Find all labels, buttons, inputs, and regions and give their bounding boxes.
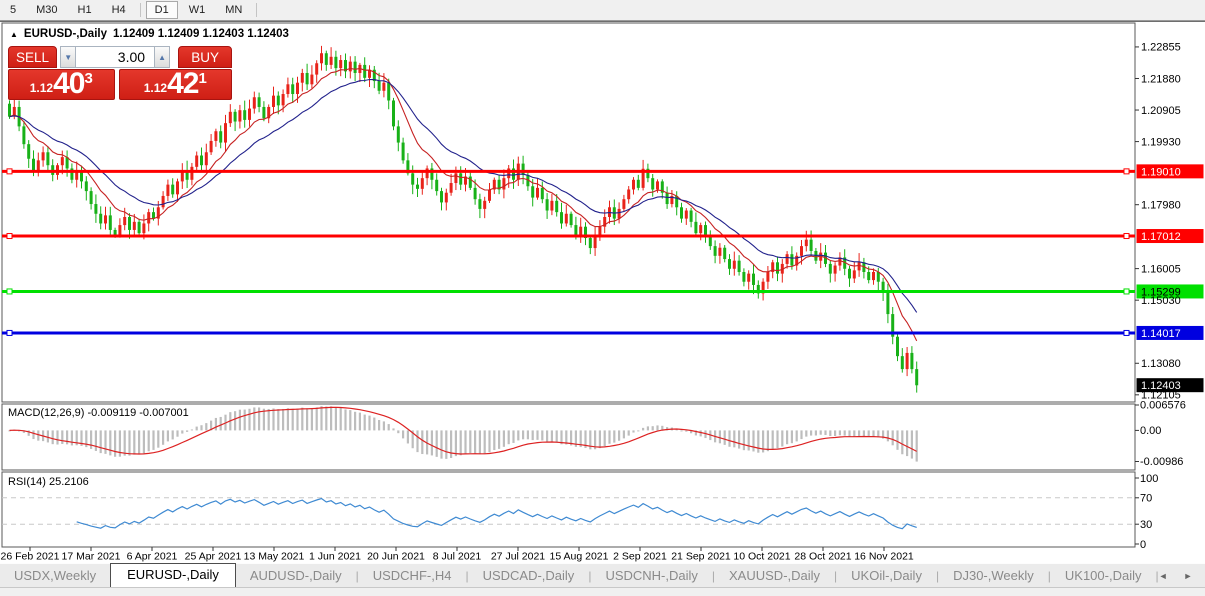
timeframe-button-W1[interactable]: W1 (180, 1, 215, 19)
svg-text:70: 70 (1140, 493, 1152, 505)
svg-text:1.20905: 1.20905 (1141, 105, 1181, 117)
svg-text:1.16005: 1.16005 (1141, 263, 1181, 275)
svg-text:6 Apr 2021: 6 Apr 2021 (127, 551, 178, 563)
symbol-tab-dj30-weekly[interactable]: DJ30-,Weekly (939, 565, 1048, 587)
svg-text:-0.00986: -0.00986 (1140, 456, 1183, 468)
symbol-tab-usdchf-h4[interactable]: USDCHF-,H4 (359, 565, 466, 587)
volume-increase-button[interactable]: ▲ (154, 46, 170, 68)
svg-text:100: 100 (1140, 473, 1158, 485)
symbol-tab-ukoil-daily[interactable]: UKOil-,Daily (837, 565, 936, 587)
symbol-tab-audusd-daily[interactable]: AUDUSD-,Daily (236, 565, 356, 587)
volume-decrease-button[interactable]: ▼ (60, 46, 76, 68)
svg-text:1.17980: 1.17980 (1141, 199, 1181, 211)
svg-text:0.00: 0.00 (1140, 425, 1161, 437)
line-handle[interactable] (1124, 330, 1129, 335)
symbol-tab-usdcnh-daily[interactable]: USDCNH-,Daily (591, 565, 711, 587)
svg-text:1.22855: 1.22855 (1141, 42, 1181, 54)
triangle-up-icon: ▲ (158, 53, 166, 62)
toolbar-separator (140, 3, 141, 17)
svg-text:13 May 2021: 13 May 2021 (244, 551, 305, 563)
triangle-down-icon: ▼ (64, 53, 72, 62)
timeframe-toolbar: 5M30H1H4 D1W1MN (0, 0, 1205, 21)
svg-text:15 Aug 2021: 15 Aug 2021 (550, 551, 609, 563)
svg-text:16 Nov 2021: 16 Nov 2021 (854, 551, 914, 563)
chart-window: 1.190101.170121.152991.140171.228551.218… (0, 21, 1205, 563)
svg-text:1 Jun 2021: 1 Jun 2021 (309, 551, 361, 563)
buy-price-button[interactable]: 1.12421 (119, 69, 232, 100)
chart-ohlc-quote: 1.12409 1.12409 1.12403 1.12403 (113, 28, 289, 40)
svg-text:27 Jul 2021: 27 Jul 2021 (491, 551, 545, 563)
line-handle[interactable] (1124, 169, 1129, 174)
buy-price-sup: 1 (198, 71, 206, 86)
svg-text:0: 0 (1140, 539, 1146, 551)
timeframe-button-MN[interactable]: MN (216, 1, 251, 19)
svg-text:1.19010: 1.19010 (1141, 166, 1181, 178)
svg-text:17 Mar 2021: 17 Mar 2021 (62, 551, 121, 563)
timeframe-button-M30[interactable]: M30 (27, 1, 66, 19)
symbol-tab-bar: USDX,WeeklyEURUSD-,DailyAUDUSD-,Daily|US… (0, 563, 1205, 587)
svg-text:1.21880: 1.21880 (1141, 73, 1181, 85)
date-axis: 26 Feb 202117 Mar 2021 6 Apr 2021 25 Apr 2… (1, 547, 914, 563)
svg-text:25 Apr 2021: 25 Apr 2021 (185, 551, 242, 563)
svg-text:1.19930: 1.19930 (1141, 136, 1181, 148)
symbol-tab-usdcad-daily[interactable]: USDCAD-,Daily (469, 565, 589, 587)
svg-text:28 Oct 2021: 28 Oct 2021 (794, 551, 851, 563)
sell-price-button[interactable]: 1.12403 (8, 69, 115, 100)
sell-price-small: 1.12 (30, 78, 53, 98)
svg-text:20 Jun 2021: 20 Jun 2021 (367, 551, 425, 563)
svg-text:10 Oct 2021: 10 Oct 2021 (733, 551, 790, 563)
tab-scroll-left-icon[interactable]: ◄ (1159, 571, 1168, 581)
toolbar-separator (256, 3, 257, 17)
volume-field[interactable]: 3.00 (76, 46, 154, 68)
svg-text:1.13080: 1.13080 (1141, 358, 1181, 370)
price-axis: 1.22855 1.21880 1.20905 1.19930 1.17980 1.160… (1135, 42, 1181, 402)
chart-symbol-label: EURUSD-,Daily (24, 28, 107, 40)
symbol-tab-xauusd-daily[interactable]: XAUUSD-,Daily (715, 565, 834, 587)
svg-text:21 Sep 2021: 21 Sep 2021 (671, 551, 731, 563)
symbol-tab-eurusd-daily[interactable]: EURUSD-,Daily (110, 563, 236, 587)
sell-price-sup: 3 (84, 71, 92, 86)
chart-surface[interactable]: 1.190101.170121.152991.140171.228551.218… (0, 22, 1205, 563)
svg-text:2 Sep 2021: 2 Sep 2021 (613, 551, 667, 563)
macd-label: MACD(12,26,9) -0.009119 -0.007001 (8, 407, 189, 419)
symbol-tab-usdx-weekly[interactable]: USDX,Weekly (0, 565, 110, 587)
line-handle[interactable] (7, 169, 12, 174)
timeframe-button-5[interactable]: 5 (1, 1, 25, 19)
line-handle[interactable] (7, 330, 12, 335)
svg-text:1.12403: 1.12403 (1141, 380, 1181, 392)
line-handle[interactable] (7, 289, 12, 294)
svg-text:1.15030: 1.15030 (1141, 295, 1181, 307)
rsi-pane (2, 472, 1135, 547)
svg-text:0.006576: 0.006576 (1140, 400, 1186, 412)
sell-button[interactable]: SELL (8, 46, 57, 68)
line-handle[interactable] (7, 234, 12, 239)
timeframe-button-H4[interactable]: H4 (103, 1, 135, 19)
svg-text:30: 30 (1140, 519, 1152, 531)
svg-text:1.17012: 1.17012 (1141, 231, 1181, 243)
symbol-tab-uk100-daily[interactable]: UK100-,Daily (1051, 565, 1156, 587)
timeframe-button-H1[interactable]: H1 (69, 1, 101, 19)
buy-price-big: 42 (167, 70, 198, 98)
svg-text:8 Jul 2021: 8 Jul 2021 (433, 551, 482, 563)
chart-title: ▲ EURUSD-,Daily 1.12409 1.12409 1.12403 … (10, 28, 289, 40)
line-handle[interactable] (1124, 289, 1129, 294)
buy-price-small: 1.12 (144, 78, 167, 98)
tab-scroll-right-icon[interactable]: ► (1184, 571, 1193, 581)
svg-text:1.14017: 1.14017 (1141, 328, 1181, 340)
one-click-trade-panel: SELL ▼ 3.00 ▲ BUY 1.12403 1.12421 (8, 46, 232, 100)
collapse-arrow-icon[interactable]: ▲ (10, 30, 18, 39)
svg-text:26 Feb 2021: 26 Feb 2021 (1, 551, 60, 563)
line-handle[interactable] (1124, 234, 1129, 239)
buy-button[interactable]: BUY (178, 46, 232, 68)
timeframe-button-D1[interactable]: D1 (146, 1, 178, 19)
sell-price-big: 40 (53, 70, 84, 98)
rsi-label: RSI(14) 25.2106 (8, 476, 89, 488)
